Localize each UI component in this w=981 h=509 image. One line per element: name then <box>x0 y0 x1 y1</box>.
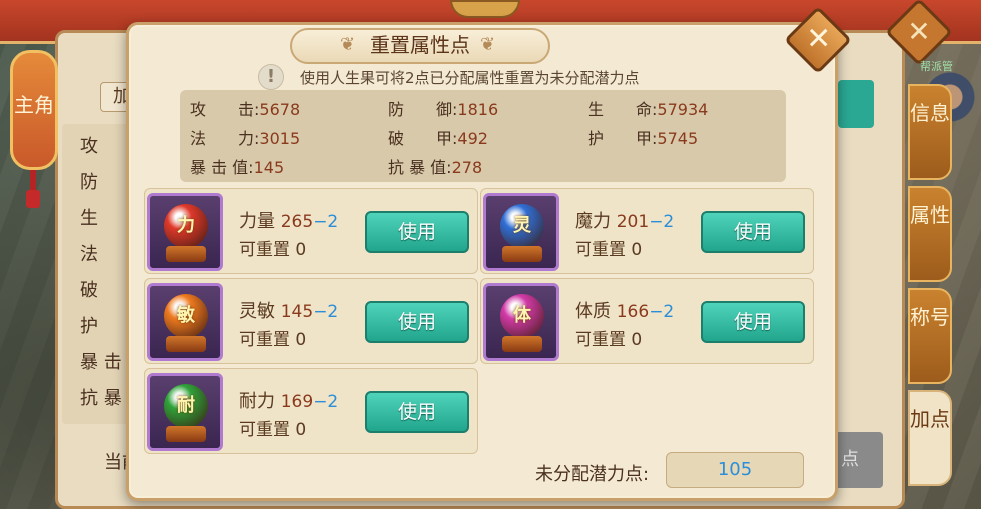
use-button[interactable]: 使用 <box>365 301 469 343</box>
resettable-count: 可重置 0 <box>575 330 643 350</box>
lantern-tassel-knot <box>26 190 40 208</box>
stat-hp: 生 命:57934 <box>588 100 709 119</box>
attribute-list-item: 护 <box>80 316 98 337</box>
orb-ball: 敏 <box>164 294 208 338</box>
attribute-list-item: 破 <box>80 280 98 301</box>
use-button[interactable]: 使用 <box>365 211 469 253</box>
orb-base <box>502 336 542 352</box>
stat-crit: 暴 击 值:145 <box>190 158 285 177</box>
close-icon: ✕ <box>806 21 832 57</box>
magic-orb-icon: 灵 <box>483 193 559 271</box>
close-icon: ✕ <box>907 14 931 48</box>
attribute-name: 体质 166−2 <box>575 301 675 322</box>
stat-crit-resist: 抗 暴 值:278 <box>388 158 483 177</box>
attribute-card-magic: 灵 魔力 201−2 可重置 0 使用 <box>480 188 814 274</box>
use-button[interactable]: 使用 <box>701 211 805 253</box>
constitution-orb-icon: 体 <box>483 283 559 361</box>
use-button[interactable]: 使用 <box>701 301 805 343</box>
tab-add-points[interactable]: 加点 <box>908 390 952 486</box>
resettable-count: 可重置 0 <box>575 240 643 260</box>
tab-info[interactable]: 信息 <box>908 84 952 180</box>
attribute-card-agility: 敏 灵敏 145−2 可重置 0 使用 <box>144 278 478 364</box>
stat-attack: 攻 击:5678 <box>190 100 301 119</box>
orb-ball: 灵 <box>500 204 544 248</box>
dialog-title: 重置属性点 <box>370 33 470 57</box>
agility-orb-icon: 敏 <box>147 283 223 361</box>
hint-text: 使用人生果可将2点已分配属性重置为未分配潜力点 <box>300 69 640 87</box>
unallocated-points-label: 未分配潜力点: <box>535 464 650 485</box>
orb-base <box>166 426 206 442</box>
attribute-list-item: 法 <box>80 244 98 265</box>
warning-icon: ! <box>258 64 284 90</box>
resettable-count: 可重置 0 <box>239 240 307 260</box>
orb-ball: 力 <box>164 204 208 248</box>
resettable-count: 可重置 0 <box>239 420 307 440</box>
orb-base <box>502 246 542 262</box>
attribute-card-constitution: 体 体质 166−2 可重置 0 使用 <box>480 278 814 364</box>
attribute-name: 魔力 201−2 <box>575 211 675 232</box>
attribute-list-item: 暴 击 <box>80 352 122 373</box>
resettable-count: 可重置 0 <box>239 330 307 350</box>
back-teal-button[interactable] <box>838 80 874 128</box>
attribute-list-item: 抗 暴 <box>80 388 122 409</box>
strength-orb-icon: 力 <box>147 193 223 271</box>
orb-base <box>166 336 206 352</box>
endurance-orb-icon: 耐 <box>147 373 223 451</box>
stat-armor: 护 甲:5745 <box>588 129 699 148</box>
attribute-card-endurance: 耐 耐力 169−2 可重置 0 使用 <box>144 368 478 454</box>
orb-ball: 体 <box>500 294 544 338</box>
stat-defense: 防 御:1816 <box>388 100 499 119</box>
stat-armor-pen: 破 甲:492 <box>388 129 488 148</box>
main-character-lantern[interactable]: 主角 <box>10 50 58 170</box>
tab-attributes[interactable]: 属性 <box>908 186 952 282</box>
tab-title[interactable]: 称号 <box>908 288 952 384</box>
attribute-name: 灵敏 145−2 <box>239 301 339 322</box>
attribute-list-item: 生 <box>80 208 98 229</box>
use-button[interactable]: 使用 <box>365 391 469 433</box>
confirm-points-button[interactable]: 点 <box>835 432 883 488</box>
attribute-card-strength: 力 力量 265−2 可重置 0 使用 <box>144 188 478 274</box>
top-ornament <box>450 0 520 18</box>
orb-ball: 耐 <box>164 384 208 428</box>
attribute-list-item: 攻 <box>80 136 98 157</box>
unallocated-points-value: 105 <box>666 452 804 488</box>
stat-magic: 法 力:3015 <box>190 129 301 148</box>
attribute-list-item: 防 <box>80 172 98 193</box>
attribute-name: 力量 265−2 <box>239 211 339 232</box>
attribute-name: 耐力 169−2 <box>239 391 339 412</box>
orb-base <box>166 246 206 262</box>
